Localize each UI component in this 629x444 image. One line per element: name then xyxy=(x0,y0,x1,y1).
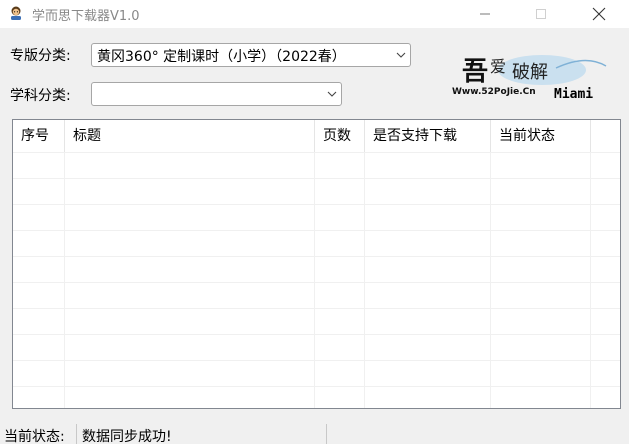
column-header-title[interactable]: 标题 xyxy=(65,120,315,152)
grid-line xyxy=(314,152,315,408)
column-header-pages[interactable]: 页数 xyxy=(315,120,365,152)
grid-line xyxy=(13,282,620,308)
title-bar: 学而思下载器V1.0 xyxy=(0,0,629,28)
close-button[interactable] xyxy=(576,0,622,28)
grid-line xyxy=(13,178,620,204)
edition-label: 专版分类: xyxy=(10,48,71,64)
svg-text:Miami: Miami xyxy=(554,87,593,102)
grid-line xyxy=(490,152,491,408)
grid-line xyxy=(13,152,620,178)
maximize-button[interactable] xyxy=(518,0,564,28)
grid-line xyxy=(13,308,620,334)
grid-line xyxy=(13,230,620,256)
svg-text:破解: 破解 xyxy=(512,62,548,83)
edition-select-value: 黄冈360° 定制课时（小学）（2022春） xyxy=(97,49,346,65)
svg-text:Www.52PoJie.Cn: Www.52PoJie.Cn xyxy=(452,87,536,97)
subject-select[interactable] xyxy=(91,82,342,106)
subject-label: 学科分类: xyxy=(10,88,71,104)
grid-line xyxy=(364,152,365,408)
close-icon xyxy=(592,7,606,21)
window-title: 学而思下载器V1.0 xyxy=(32,9,140,24)
52pojie-logo: 吾 爱 破解 Www.52PoJie.Cn Miami xyxy=(452,55,607,102)
svg-text:爱: 爱 xyxy=(490,57,506,76)
maximize-icon xyxy=(536,9,546,19)
minimize-button[interactable] xyxy=(462,0,508,28)
app-icon xyxy=(11,6,21,20)
column-header-index[interactable]: 序号 xyxy=(13,120,65,152)
list-header: 序号 标题 页数 是否支持下载 当前状态 xyxy=(13,120,620,152)
edition-select[interactable]: 黄冈360° 定制课时（小学）（2022春） xyxy=(91,43,411,67)
chevron-down-icon xyxy=(396,52,406,58)
grid-line xyxy=(13,360,620,386)
column-header-downloadable[interactable]: 是否支持下载 xyxy=(365,120,491,152)
svg-text:吾: 吾 xyxy=(462,57,488,87)
status-separator xyxy=(326,424,327,444)
download-list[interactable]: 序号 标题 页数 是否支持下载 当前状态 xyxy=(12,119,621,409)
column-header-status[interactable]: 当前状态 xyxy=(491,120,591,152)
status-bar: 当前状态: 数据同步成功! xyxy=(0,424,629,444)
minimize-icon xyxy=(480,13,490,15)
chevron-down-icon xyxy=(327,91,337,97)
status-value: 数据同步成功! xyxy=(82,429,172,444)
grid-line xyxy=(590,152,591,408)
status-label: 当前状态: xyxy=(4,429,65,444)
grid-line xyxy=(13,256,620,282)
status-separator xyxy=(76,424,77,444)
grid-line xyxy=(13,386,620,408)
grid-line xyxy=(13,204,620,230)
grid-line xyxy=(13,334,620,360)
grid-line xyxy=(64,152,65,408)
